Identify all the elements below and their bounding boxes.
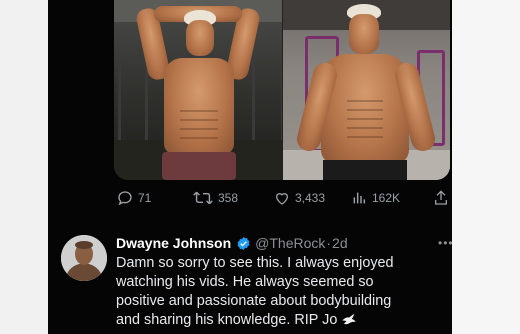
view-count: 162K <box>372 191 401 205</box>
head <box>349 14 379 54</box>
reply-icon <box>117 190 133 206</box>
heart-icon <box>274 190 290 206</box>
avatar[interactable] <box>61 235 107 281</box>
reply-tweet[interactable]: Dwayne Johnson @TheRock · 2d ••• Damn so… <box>48 230 452 334</box>
abs <box>347 100 383 140</box>
tweet-media-grid[interactable] <box>114 0 450 180</box>
analytics-icon <box>351 190 367 206</box>
reply-text-last: and sharing his knowledge. RIP Jo <box>116 312 338 328</box>
repost-icon <box>193 190 213 206</box>
head <box>186 20 214 56</box>
tweet-actions-bar: 71 358 3,433 162K <box>48 187 452 209</box>
gym-machine <box>252 55 282 151</box>
bodybuilder-photo-2[interactable] <box>283 0 450 180</box>
separator-dot: · <box>326 235 332 251</box>
more-options-icon[interactable]: ••• <box>438 236 452 250</box>
share-icon <box>434 190 448 206</box>
dove-icon <box>341 312 357 332</box>
reply-header: Dwayne Johnson @TheRock · 2d <box>116 234 348 252</box>
bodybuilder-photo-1[interactable] <box>114 0 282 180</box>
shorts <box>162 152 236 180</box>
tweet-panel: 71 358 3,433 162K Dwayne Johnson @TheRoc… <box>48 0 452 334</box>
abs <box>180 110 218 144</box>
page-margin-left <box>0 0 48 334</box>
timestamp[interactable]: 2d <box>332 235 348 251</box>
reply-text-line: positive and passionate about bodybuildi… <box>116 293 392 309</box>
reply-text: Damn so sorry to see this. I always enjo… <box>116 254 446 332</box>
gym-machine <box>118 60 148 146</box>
like-button[interactable]: 3,433 <box>274 187 325 209</box>
share-button[interactable] <box>434 187 448 209</box>
views-button[interactable]: 162K <box>351 187 400 209</box>
pants <box>323 160 407 180</box>
repost-count: 358 <box>218 191 239 205</box>
author-name[interactable]: Dwayne Johnson <box>116 235 231 251</box>
author-handle[interactable]: @TheRock <box>255 235 325 251</box>
page-margin-right <box>452 0 520 334</box>
repost-button[interactable]: 358 <box>193 187 238 209</box>
reply-count: 71 <box>138 191 152 205</box>
like-count: 3,433 <box>295 191 326 205</box>
reply-button[interactable]: 71 <box>117 187 151 209</box>
reply-text-line: watching his vids. He always seemed so <box>116 274 374 290</box>
reply-text-line: and sharing his knowledge. RIP Jo <box>116 311 446 332</box>
reply-text-line: Damn so sorry to see this. I always enjo… <box>116 255 394 271</box>
verified-badge-icon <box>236 236 251 251</box>
